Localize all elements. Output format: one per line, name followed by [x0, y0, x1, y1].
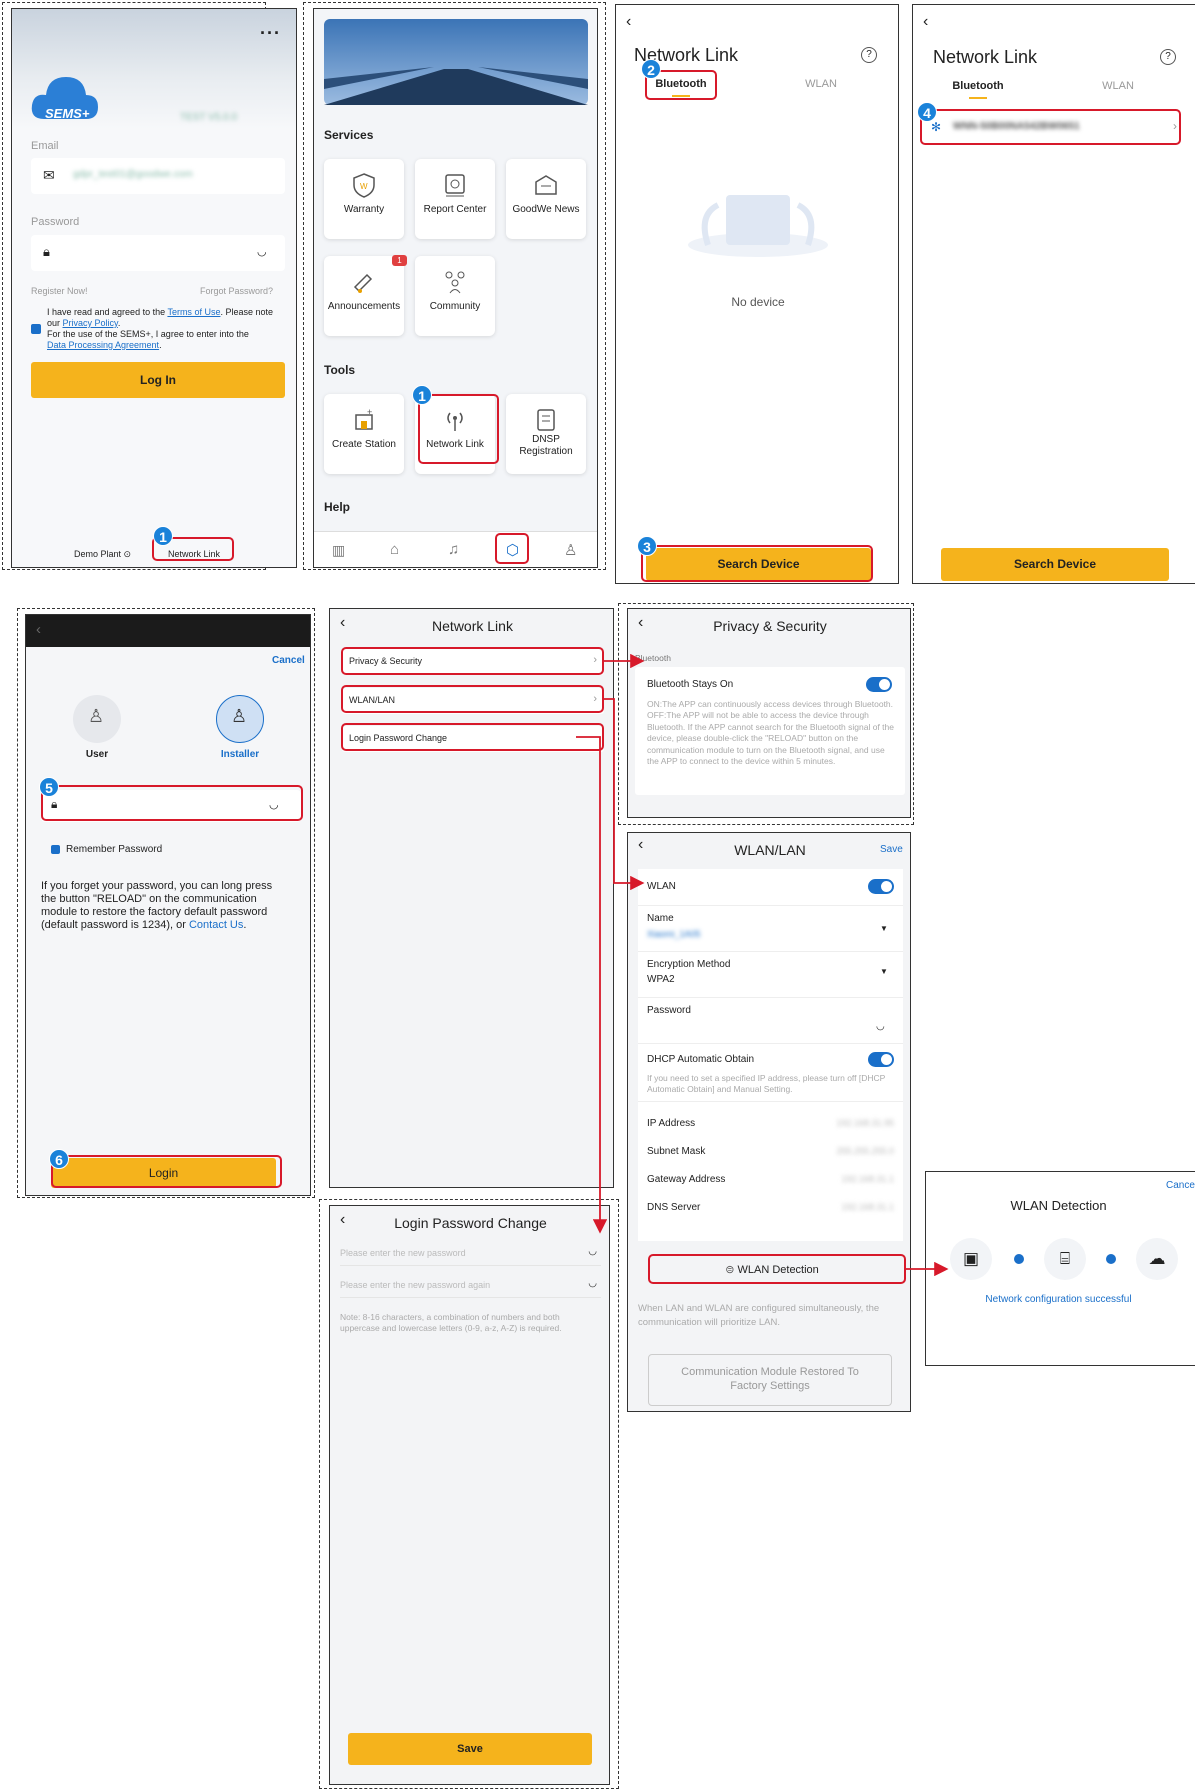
arrow-to-password — [576, 736, 608, 1234]
step-badge-5: 5 — [39, 777, 59, 797]
step-badge-3: 3 — [637, 536, 657, 556]
step-badge-2: 2 — [641, 59, 661, 79]
step-badge-6: 6 — [49, 1149, 69, 1169]
flow-arrows — [576, 653, 949, 1277]
step-badge-4: 4 — [917, 102, 937, 122]
step-badge-1b: 1 — [412, 385, 432, 405]
step-badge-1a: 1 — [153, 526, 173, 546]
arrow-to-wlan — [604, 698, 645, 891]
